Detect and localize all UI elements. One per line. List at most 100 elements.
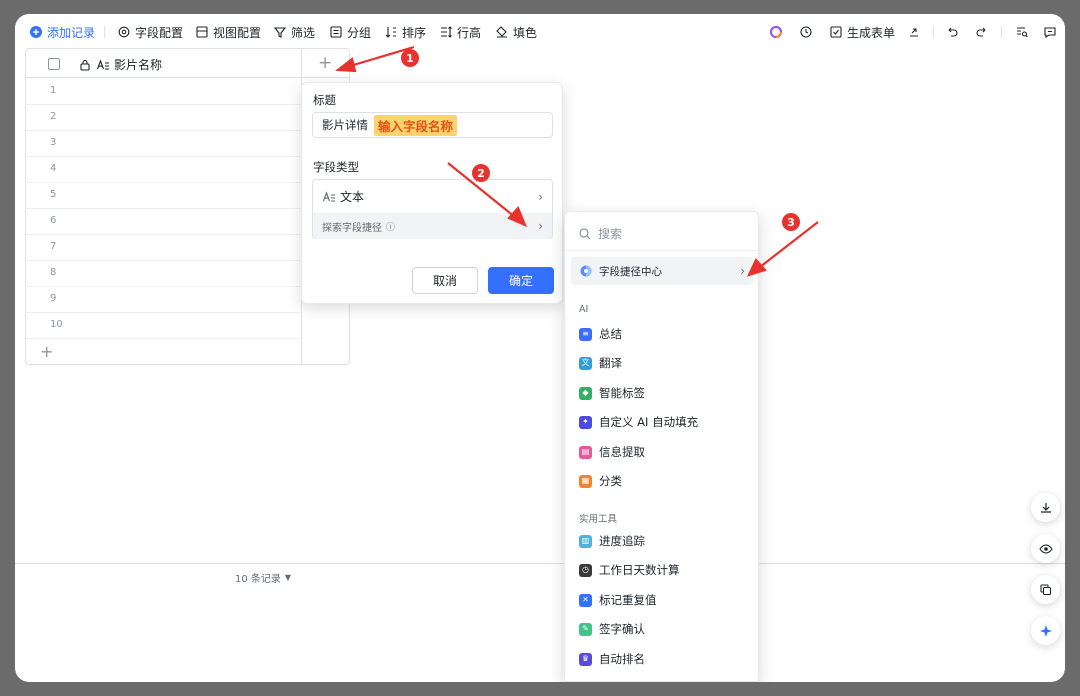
summary-icon: ≡ [579, 327, 592, 341]
explore-shortcuts-label: 探索字段捷径 [322, 222, 382, 234]
row-number: 2 [50, 111, 57, 122]
cancel-button[interactable]: 取消 [412, 267, 478, 294]
row-number: 1 [50, 85, 57, 96]
add-column-button[interactable]: + [318, 53, 332, 73]
menu-item-classify[interactable]: ▦ 分类 [579, 473, 622, 489]
menu-item-custom-ai[interactable]: ✦ 自定义 AI 自动填充 [579, 414, 698, 430]
table-row[interactable]: 9 [26, 287, 301, 313]
ai-assistant-button[interactable] [769, 24, 783, 40]
field-title-input[interactable]: 影片详情 输入字段名称 [312, 112, 553, 138]
redo-icon [975, 25, 989, 39]
find-button[interactable] [1015, 24, 1029, 40]
menu-item-label: 标记重复值 [599, 593, 657, 607]
menu-item-summary[interactable]: ≡ 总结 [579, 326, 622, 342]
automation-button[interactable] [799, 24, 813, 40]
shortcut-hub-item[interactable]: 字段捷径中心 › [571, 257, 753, 285]
info-icon: ⓘ [386, 222, 396, 233]
clock-icon [799, 25, 813, 39]
row-number: 6 [50, 215, 57, 226]
lock-icon [78, 58, 92, 72]
menu-item-extract[interactable]: ▤ 信息提取 [579, 444, 645, 460]
field-config-panel: 标题 影片详情 输入字段名称 字段类型 文本 › 探索字段捷径 ⓘ › 取消 确… [301, 82, 563, 304]
menu-item-translate[interactable]: 文 翻译 [579, 355, 622, 371]
row-number: 7 [50, 241, 57, 252]
view-settings-icon [195, 25, 209, 39]
cancel-label: 取消 [432, 274, 457, 288]
sort-button[interactable]: 排序 [384, 24, 426, 40]
menu-item-smart-tag[interactable]: ◆ 智能标签 [579, 385, 645, 401]
column-header-primary[interactable]: 影片名称 [78, 56, 162, 73]
explore-shortcuts-row[interactable]: 探索字段捷径 ⓘ › [313, 213, 552, 239]
annotation-number: 2 [477, 166, 485, 180]
undo-icon [945, 25, 959, 39]
gear-icon [117, 25, 131, 39]
confirm-button[interactable]: 确定 [488, 267, 554, 294]
table-row[interactable]: 10 [26, 313, 301, 339]
preview-button[interactable] [1031, 534, 1060, 563]
shortcut-hub-icon [579, 264, 593, 278]
paint-bucket-icon [495, 25, 509, 39]
menu-item-signature[interactable]: ✎ 签字确认 [579, 621, 645, 637]
field-config-button[interactable]: 字段配置 [117, 24, 183, 40]
confirm-label: 确定 [508, 274, 533, 288]
menu-item-progress[interactable]: ▥ 进度追踪 [579, 533, 645, 549]
record-count[interactable]: 10 条记录 ▼ [235, 570, 291, 585]
record-count-label: 10 条记录 [235, 574, 281, 585]
table-row[interactable]: 6 [26, 209, 301, 235]
footer-divider [15, 563, 1065, 564]
select-all-checkbox[interactable] [48, 58, 60, 70]
table-row[interactable]: 5 [26, 183, 301, 209]
add-row-button[interactable]: + [40, 342, 53, 361]
menu-item-label: 信息提取 [599, 445, 645, 459]
field-title-value: 影片详情 [322, 118, 368, 132]
group-button[interactable]: 分组 [329, 24, 371, 40]
annotation-marker-1: 1 [401, 49, 419, 67]
table-row[interactable]: 7 [26, 235, 301, 261]
add-record-label: 添加记录 [47, 25, 96, 40]
title-label: 标题 [313, 93, 336, 107]
generate-form-label: 生成表单 [847, 25, 896, 40]
calendar-clock-icon: ◷ [579, 563, 592, 577]
toolbar: 添加记录 字段配置 视图配置 筛选 分组 排序 行高 填色 生成表单 [15, 14, 1065, 50]
caret-down-icon: ▼ [284, 573, 292, 582]
add-record-button[interactable]: 添加记录 [29, 24, 95, 40]
filter-button[interactable]: 筛选 [273, 24, 315, 40]
row-number: 4 [50, 163, 57, 174]
redo-button[interactable] [975, 24, 989, 40]
share-button[interactable] [907, 24, 921, 40]
table-row[interactable]: 3 [26, 131, 301, 157]
menu-item-label: 智能标签 [599, 386, 645, 400]
search-icon [578, 227, 592, 241]
extract-icon: ▤ [579, 445, 592, 459]
row-height-button[interactable]: 行高 [439, 24, 481, 40]
ai-sparkle-button[interactable] [1031, 616, 1060, 645]
menu-item-ranking[interactable]: ♛ 自动排名 [579, 651, 645, 667]
text-type-icon [322, 190, 336, 204]
ai-ring-icon [769, 25, 783, 39]
menu-item-label: 自定义 AI 自动填充 [599, 415, 699, 429]
section-ai-heading: AI [579, 304, 589, 315]
undo-button[interactable] [945, 24, 959, 40]
group-label: 分组 [347, 25, 372, 40]
copy-button[interactable] [1031, 575, 1060, 604]
menu-item-workdays[interactable]: ◷ 工作日天数计算 [579, 562, 680, 578]
table-row[interactable]: 8 [26, 261, 301, 287]
view-config-button[interactable]: 视图配置 [195, 24, 261, 40]
generate-form-button[interactable]: 生成表单 [829, 24, 895, 40]
menu-search[interactable]: 搜索 [578, 225, 622, 242]
field-title-highlight: 输入字段名称 [374, 114, 458, 136]
download-button[interactable] [1031, 493, 1060, 522]
field-type-value: 文本 [340, 190, 365, 204]
plus-circle-icon [29, 25, 43, 39]
table-row[interactable]: 2 [26, 105, 301, 131]
fill-color-button[interactable]: 填色 [495, 24, 537, 40]
comment-button[interactable] [1043, 24, 1057, 40]
chevron-right-icon: › [740, 264, 745, 278]
field-type-option[interactable]: 文本 › [313, 180, 552, 213]
download-icon [1039, 501, 1053, 515]
menu-item-duplicates[interactable]: ✕ 标记重复值 [579, 592, 657, 608]
view-config-label: 视图配置 [213, 25, 262, 40]
sort-label: 排序 [402, 25, 427, 40]
table-row[interactable]: 4 [26, 157, 301, 183]
table-row[interactable]: 1 [26, 79, 301, 105]
